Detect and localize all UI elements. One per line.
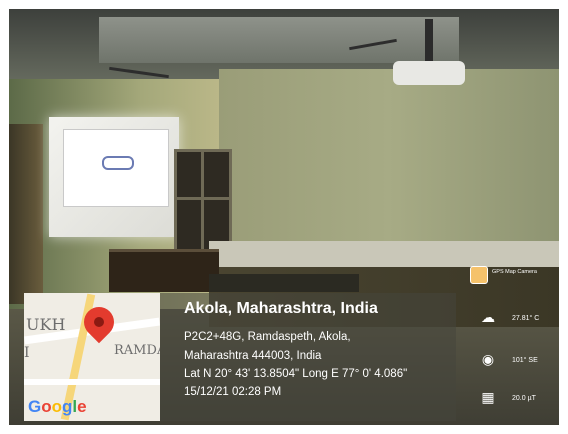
photo-frame: UKH I RAMDAS Google Akola, Maharashtra, … [0,0,568,434]
projection-screen [49,117,179,237]
map-pin-dot [94,317,104,327]
lab-counter [209,241,559,267]
bench [109,249,219,292]
temperature: 27.81° C [512,315,540,322]
google-logo: Google [28,397,87,416]
place-title: Akola, Maharashtra, India [184,300,378,317]
magnetic-field: 20.0 µT [512,395,536,402]
window [174,149,232,255]
projector [393,61,465,85]
location-map[interactable]: UKH I RAMDAS Google [24,293,160,421]
app-name: GPS Map Camera [492,269,537,275]
map-label: RAMDAS [114,343,160,358]
address-line: P2C2+48G, Ramdaspeth, Akola, [184,331,351,343]
ceiling-beam [99,17,459,63]
map-label: UKH [26,315,66,334]
compass-icon: ◉ [481,352,495,368]
direction: 101° SE [512,357,538,364]
projector-mount [425,19,433,63]
map-road [24,379,160,385]
weather-icon: ☁ [481,310,495,326]
projected-logo [102,156,134,170]
magnetic-field-icon: ▦ [481,390,495,406]
table [209,274,359,292]
gps-map-camera-icon [470,266,488,284]
address-line: Maharashtra 444003, India [184,350,322,362]
projected-slide [63,129,169,207]
map-label: I [24,345,30,361]
datetime: 15/12/21 02:28 PM [184,386,282,398]
door [9,124,43,304]
coordinates: Lat N 20° 43' 13.8504" Long E 77° 0' 4.0… [184,368,408,380]
